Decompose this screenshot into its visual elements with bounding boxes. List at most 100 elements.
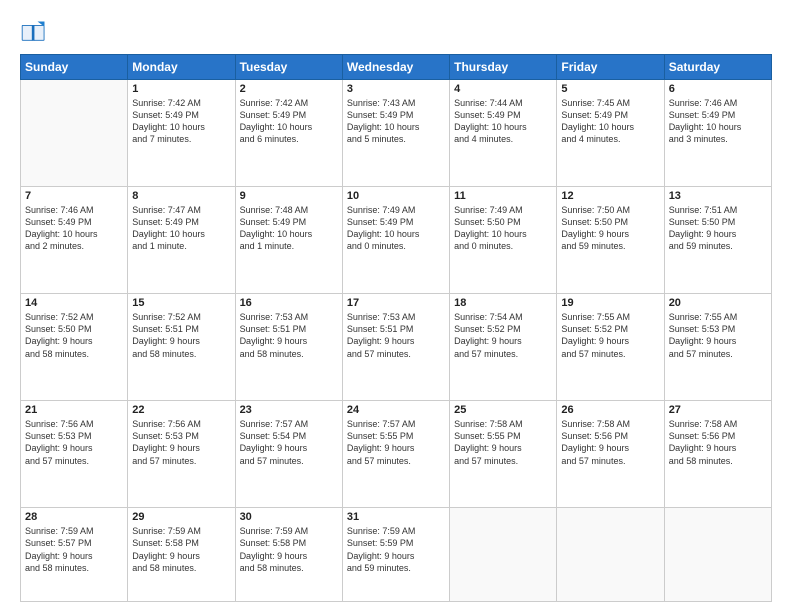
calendar-cell: [21, 80, 128, 187]
calendar-cell: 4Sunrise: 7:44 AM Sunset: 5:49 PM Daylig…: [450, 80, 557, 187]
calendar-cell: 7 Sunrise: 7:46 AM Sunset: 5:49 PM Daylig…: [21, 187, 128, 294]
day-number: 14: [25, 297, 123, 309]
day-number: 20: [669, 297, 767, 309]
day-number: 16: [240, 297, 338, 309]
calendar-week-row: 21 Sunrise: 7:56 AM Sunset: 5:53 PM Dayli…: [21, 401, 772, 508]
calendar-cell: 22 Sunrise: 7:56 AM Sunset: 5:53 PM Dayli…: [128, 401, 235, 508]
day-info: Sunrise: 7:52 AM Sunset: 5:50 PM Dayligh…: [25, 311, 123, 360]
day-info: Sunrise: 7:49 AM Sunset: 5:49 PM Dayligh…: [347, 204, 445, 253]
day-info: Sunrise: 7:42 AM Sunset: 5:49 PM Dayligh…: [240, 97, 338, 146]
calendar-cell: 15 Sunrise: 7:52 AM Sunset: 5:51 PM Dayli…: [128, 294, 235, 401]
day-number: 6: [669, 83, 767, 95]
calendar-cell: 6 Sunrise: 7:46 AM Sunset: 5:49 PM Daylig…: [664, 80, 771, 187]
calendar-day-header: Sunday: [21, 55, 128, 80]
calendar-table: SundayMondayTuesdayWednesdayThursdayFrid…: [20, 54, 772, 602]
calendar-week-row: 28 Sunrise: 7:59 AM Sunset: 5:57 PM Dayli…: [21, 508, 772, 602]
day-number: 1: [132, 83, 230, 95]
day-number: 9: [240, 190, 338, 202]
calendar-cell: 2 Sunrise: 7:42 AM Sunset: 5:49 PM Daylig…: [235, 80, 342, 187]
day-info: Sunrise: 7:57 AM Sunset: 5:55 PM Dayligh…: [347, 418, 445, 467]
day-number: 26: [561, 404, 659, 416]
calendar-header-row: SundayMondayTuesdayWednesdayThursdayFrid…: [21, 55, 772, 80]
day-info: Sunrise: 7:49 AM Sunset: 5:50 PM Dayligh…: [454, 204, 552, 253]
day-number: 18: [454, 297, 552, 309]
calendar-cell: 13 Sunrise: 7:51 AM Sunset: 5:50 PM Dayli…: [664, 187, 771, 294]
calendar-cell: 18 Sunrise: 7:54 AM Sunset: 5:52 PM Dayli…: [450, 294, 557, 401]
logo-icon: [20, 18, 48, 46]
calendar-cell: 27 Sunrise: 7:58 AM Sunset: 5:56 PM Dayli…: [664, 401, 771, 508]
day-number: 7: [25, 190, 123, 202]
calendar-day-header: Friday: [557, 55, 664, 80]
calendar-week-row: 14 Sunrise: 7:52 AM Sunset: 5:50 PM Dayli…: [21, 294, 772, 401]
calendar-cell: 28 Sunrise: 7:59 AM Sunset: 5:57 PM Dayli…: [21, 508, 128, 602]
calendar-cell: 5Sunrise: 7:45 AM Sunset: 5:49 PM Daylig…: [557, 80, 664, 187]
calendar-cell: 19Sunrise: 7:55 AM Sunset: 5:52 PM Dayli…: [557, 294, 664, 401]
day-info: Sunrise: 7:55 AM Sunset: 5:52 PM Dayligh…: [561, 311, 659, 360]
day-info: Sunrise: 7:59 AM Sunset: 5:57 PM Dayligh…: [25, 525, 123, 574]
day-info: Sunrise: 7:52 AM Sunset: 5:51 PM Dayligh…: [132, 311, 230, 360]
calendar-cell: 9 Sunrise: 7:48 AM Sunset: 5:49 PM Daylig…: [235, 187, 342, 294]
day-info: Sunrise: 7:48 AM Sunset: 5:49 PM Dayligh…: [240, 204, 338, 253]
day-number: 23: [240, 404, 338, 416]
day-info: Sunrise: 7:46 AM Sunset: 5:49 PM Dayligh…: [669, 97, 767, 146]
calendar-cell: 29 Sunrise: 7:59 AM Sunset: 5:58 PM Dayli…: [128, 508, 235, 602]
day-number: 11: [454, 190, 552, 202]
calendar-cell: 12Sunrise: 7:50 AM Sunset: 5:50 PM Dayli…: [557, 187, 664, 294]
day-number: 31: [347, 511, 445, 523]
calendar-cell: 8Sunrise: 7:47 AM Sunset: 5:49 PM Daylig…: [128, 187, 235, 294]
calendar-day-header: Wednesday: [342, 55, 449, 80]
day-info: Sunrise: 7:58 AM Sunset: 5:56 PM Dayligh…: [669, 418, 767, 467]
calendar-cell: 20 Sunrise: 7:55 AM Sunset: 5:53 PM Dayli…: [664, 294, 771, 401]
day-number: 4: [454, 83, 552, 95]
calendar-day-header: Tuesday: [235, 55, 342, 80]
day-number: 13: [669, 190, 767, 202]
day-info: Sunrise: 7:57 AM Sunset: 5:54 PM Dayligh…: [240, 418, 338, 467]
day-info: Sunrise: 7:59 AM Sunset: 5:59 PM Dayligh…: [347, 525, 445, 574]
day-info: Sunrise: 7:42 AM Sunset: 5:49 PM Dayligh…: [132, 97, 230, 146]
day-info: Sunrise: 7:59 AM Sunset: 5:58 PM Dayligh…: [132, 525, 230, 574]
calendar-cell: 24 Sunrise: 7:57 AM Sunset: 5:55 PM Dayli…: [342, 401, 449, 508]
calendar-day-header: Monday: [128, 55, 235, 80]
day-number: 28: [25, 511, 123, 523]
day-number: 3: [347, 83, 445, 95]
day-number: 21: [25, 404, 123, 416]
day-info: Sunrise: 7:56 AM Sunset: 5:53 PM Dayligh…: [25, 418, 123, 467]
calendar-cell: [557, 508, 664, 602]
day-number: 2: [240, 83, 338, 95]
day-info: Sunrise: 7:55 AM Sunset: 5:53 PM Dayligh…: [669, 311, 767, 360]
day-info: Sunrise: 7:47 AM Sunset: 5:49 PM Dayligh…: [132, 204, 230, 253]
day-number: 24: [347, 404, 445, 416]
calendar-week-row: 1 Sunrise: 7:42 AM Sunset: 5:49 PM Daylig…: [21, 80, 772, 187]
day-number: 15: [132, 297, 230, 309]
calendar-cell: 25 Sunrise: 7:58 AM Sunset: 5:55 PM Dayli…: [450, 401, 557, 508]
calendar-cell: [450, 508, 557, 602]
day-number: 29: [132, 511, 230, 523]
day-number: 12: [561, 190, 659, 202]
calendar-week-row: 7 Sunrise: 7:46 AM Sunset: 5:49 PM Daylig…: [21, 187, 772, 294]
day-number: 25: [454, 404, 552, 416]
calendar-cell: 11 Sunrise: 7:49 AM Sunset: 5:50 PM Dayli…: [450, 187, 557, 294]
day-info: Sunrise: 7:53 AM Sunset: 5:51 PM Dayligh…: [240, 311, 338, 360]
calendar-cell: 3Sunrise: 7:43 AM Sunset: 5:49 PM Daylig…: [342, 80, 449, 187]
day-number: 5: [561, 83, 659, 95]
day-number: 22: [132, 404, 230, 416]
day-info: Sunrise: 7:51 AM Sunset: 5:50 PM Dayligh…: [669, 204, 767, 253]
day-info: Sunrise: 7:53 AM Sunset: 5:51 PM Dayligh…: [347, 311, 445, 360]
calendar-cell: 10 Sunrise: 7:49 AM Sunset: 5:49 PM Dayli…: [342, 187, 449, 294]
day-number: 10: [347, 190, 445, 202]
day-number: 27: [669, 404, 767, 416]
day-info: Sunrise: 7:58 AM Sunset: 5:56 PM Dayligh…: [561, 418, 659, 467]
day-info: Sunrise: 7:54 AM Sunset: 5:52 PM Dayligh…: [454, 311, 552, 360]
calendar-cell: 30Sunrise: 7:59 AM Sunset: 5:58 PM Dayli…: [235, 508, 342, 602]
day-info: Sunrise: 7:46 AM Sunset: 5:49 PM Dayligh…: [25, 204, 123, 253]
logo: [20, 18, 52, 46]
day-info: Sunrise: 7:58 AM Sunset: 5:55 PM Dayligh…: [454, 418, 552, 467]
calendar-cell: [664, 508, 771, 602]
calendar-cell: 26 Sunrise: 7:58 AM Sunset: 5:56 PM Dayli…: [557, 401, 664, 508]
calendar-day-header: Saturday: [664, 55, 771, 80]
header: [20, 18, 772, 46]
calendar-cell: 1 Sunrise: 7:42 AM Sunset: 5:49 PM Daylig…: [128, 80, 235, 187]
calendar-cell: 23 Sunrise: 7:57 AM Sunset: 5:54 PM Dayli…: [235, 401, 342, 508]
day-number: 30: [240, 511, 338, 523]
day-info: Sunrise: 7:56 AM Sunset: 5:53 PM Dayligh…: [132, 418, 230, 467]
